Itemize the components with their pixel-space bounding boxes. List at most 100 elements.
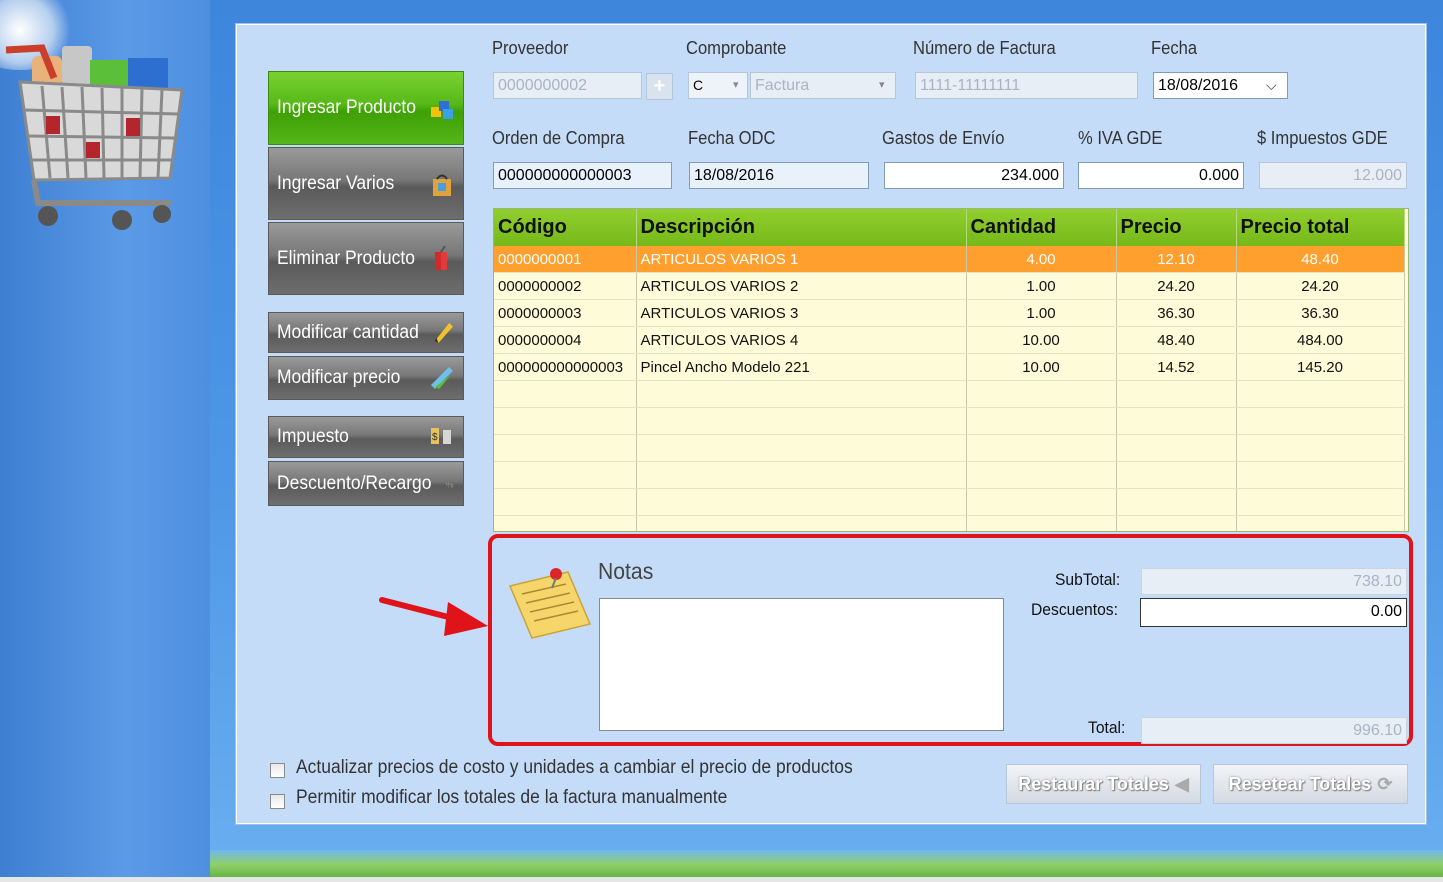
table-row[interactable]: 0000000004 ARTICULOS VARIOS 4 10.00 48.4… [494,326,1405,354]
cell-descripcion: ARTICULOS VARIOS 2 [636,272,967,300]
subtotal-field[interactable]: 738.10 [1141,568,1407,595]
actualizar-precios-checkbox[interactable] [270,763,285,778]
eliminar-producto-label: Eliminar Producto [277,247,415,269]
proveedor-field[interactable]: 0000000002 [493,72,642,99]
cell-precio-total: 484.00 [1236,326,1405,354]
cell-precio: 48.40 [1116,326,1237,354]
comprobante-value: Factura [755,77,810,94]
impuesto-label: Impuesto [277,426,349,447]
impuestos-gde-label: $ Impuestos GDE [1257,128,1388,148]
descuentos-label: Descuentos: [1031,600,1118,619]
left-strip [0,0,210,882]
tag-pencil-icon [431,367,453,389]
descuentos-field[interactable]: 0.00 [1140,598,1407,627]
header-precio-total[interactable]: Precio total [1236,209,1405,246]
cell-descripcion: ARTICULOS VARIOS 1 [636,246,967,273]
ingresar-varios-label: Ingresar Varios [277,172,395,194]
permitir-modificar-checkbox[interactable] [270,794,285,809]
restaurar-totales-button[interactable]: Restaurar Totales ◀ [1006,764,1201,804]
empty-row [494,407,1405,435]
resetear-totales-button[interactable]: Resetear Totales ⟳ [1213,764,1408,804]
cell-codigo: 0000000002 [494,272,637,300]
fecha-value: 18/08/2016 [1158,77,1239,94]
notas-textarea[interactable] [599,598,1004,731]
actualizar-precios-label: Actualizar precios de costo y unidades a… [296,757,853,778]
modificar-cantidad-button[interactable]: Modificar cantidad [268,312,464,353]
cell-precio: 12.10 [1116,246,1237,273]
table-row[interactable]: 000000000000003 Pincel Ancho Modelo 221 … [494,353,1405,381]
cell-precio: 36.30 [1116,299,1237,327]
table-row[interactable]: 0000000001 ARTICULOS VARIOS 1 4.00 12.10… [494,246,1405,273]
empty-row [494,434,1405,462]
add-provider-button[interactable]: + [646,73,673,100]
total-label: Total: [1088,718,1126,737]
svg-text:%: % [446,479,454,489]
empty-row [494,488,1405,516]
eliminar-producto-button[interactable]: Eliminar Producto [268,222,464,295]
numero-factura-label: Número de Factura [913,38,1056,58]
ingresar-producto-button[interactable]: Ingresar Producto [268,71,464,145]
cell-cantidad: 1.00 [966,272,1117,300]
iva-gde-label: % IVA GDE [1078,128,1163,148]
resetear-totales-label: Resetear Totales [1228,773,1372,794]
cell-descripcion: ARTICULOS VARIOS 4 [636,326,967,354]
fecha-odc-field[interactable]: 18/08/2016 [689,162,869,189]
products-table[interactable]: Código Descripción Cantidad Precio Preci… [493,208,1409,532]
subtotal-label: SubTotal: [1055,570,1121,589]
chevron-down-icon: ▾ [879,79,885,91]
chevron-down-icon: ▾ [733,79,739,91]
comprobante-type-select[interactable]: C ▾ [688,72,748,99]
red-arrow-annotation [379,597,488,636]
cell-precio-total: 145.20 [1236,353,1405,381]
blocks-icon [431,101,453,119]
header-precio[interactable]: Precio [1116,209,1237,246]
total-field[interactable]: 996.10 [1141,717,1407,744]
impuestos-gde-field[interactable]: 12.000 [1259,162,1407,189]
cell-precio-total: 36.30 [1236,299,1405,327]
gastos-envio-field[interactable]: 234.000 [884,162,1064,189]
header-codigo[interactable]: Código [494,209,637,246]
percent-icon: % [446,479,454,489]
cell-codigo: 0000000003 [494,299,637,327]
cell-cantidad: 10.00 [966,326,1117,354]
table-row[interactable]: 0000000003 ARTICULOS VARIOS 3 1.00 36.30… [494,299,1405,327]
proveedor-label: Proveedor [492,38,569,58]
cell-codigo: 000000000000003 [494,353,637,381]
cell-codigo: 0000000001 [494,246,637,273]
impuesto-button[interactable]: Impuesto $ [268,416,464,458]
iva-gde-field[interactable]: 0.000 [1078,162,1244,189]
svg-text:$: $ [432,432,438,443]
empty-row [494,515,1405,531]
header-cantidad[interactable]: Cantidad [966,209,1117,246]
empty-row [494,461,1405,489]
cell-precio-total: 24.20 [1236,272,1405,300]
cell-cantidad: 4.00 [966,246,1117,273]
dynamite-icon [435,245,447,270]
header-descripcion[interactable]: Descripción [636,209,967,246]
chevron-down-icon: ⌵ [1266,77,1277,93]
table-row[interactable]: 0000000002 ARTICULOS VARIOS 2 1.00 24.20… [494,272,1405,300]
restore-arrow-icon: ◀ [1174,773,1189,794]
ingresar-producto-label: Ingresar Producto [277,97,416,118]
numero-factura-field[interactable]: 1111-11111111 [915,72,1138,99]
cell-precio: 24.20 [1116,272,1237,300]
reset-circle-icon: ⟳ [1377,773,1393,794]
notas-label: Notas [598,558,654,584]
descuento-recargo-button[interactable]: Descuento/Recargo % [268,461,464,506]
descuento-recargo-label: Descuento/Recargo [277,472,432,494]
modificar-precio-button[interactable]: Modificar precio [268,356,464,400]
fecha-odc-label: Fecha ODC [688,128,776,148]
ingresar-varios-button[interactable]: Ingresar Varios [268,147,464,220]
pencil-icon [434,322,454,343]
orden-compra-label: Orden de Compra [492,128,625,148]
orden-compra-field[interactable]: 000000000000003 [493,162,672,189]
fecha-picker[interactable]: 18/08/2016 ⌵ [1153,72,1288,99]
empty-row [494,380,1405,408]
cell-precio-total: 48.40 [1236,246,1405,273]
cell-descripcion: Pincel Ancho Modelo 221 [636,353,967,381]
tax-icon: $ [431,428,451,444]
cell-precio: 14.52 [1116,353,1237,381]
comprobante-select[interactable]: Factura ▾ [750,72,896,99]
cell-codigo: 0000000004 [494,326,637,354]
fecha-label: Fecha [1151,38,1198,58]
